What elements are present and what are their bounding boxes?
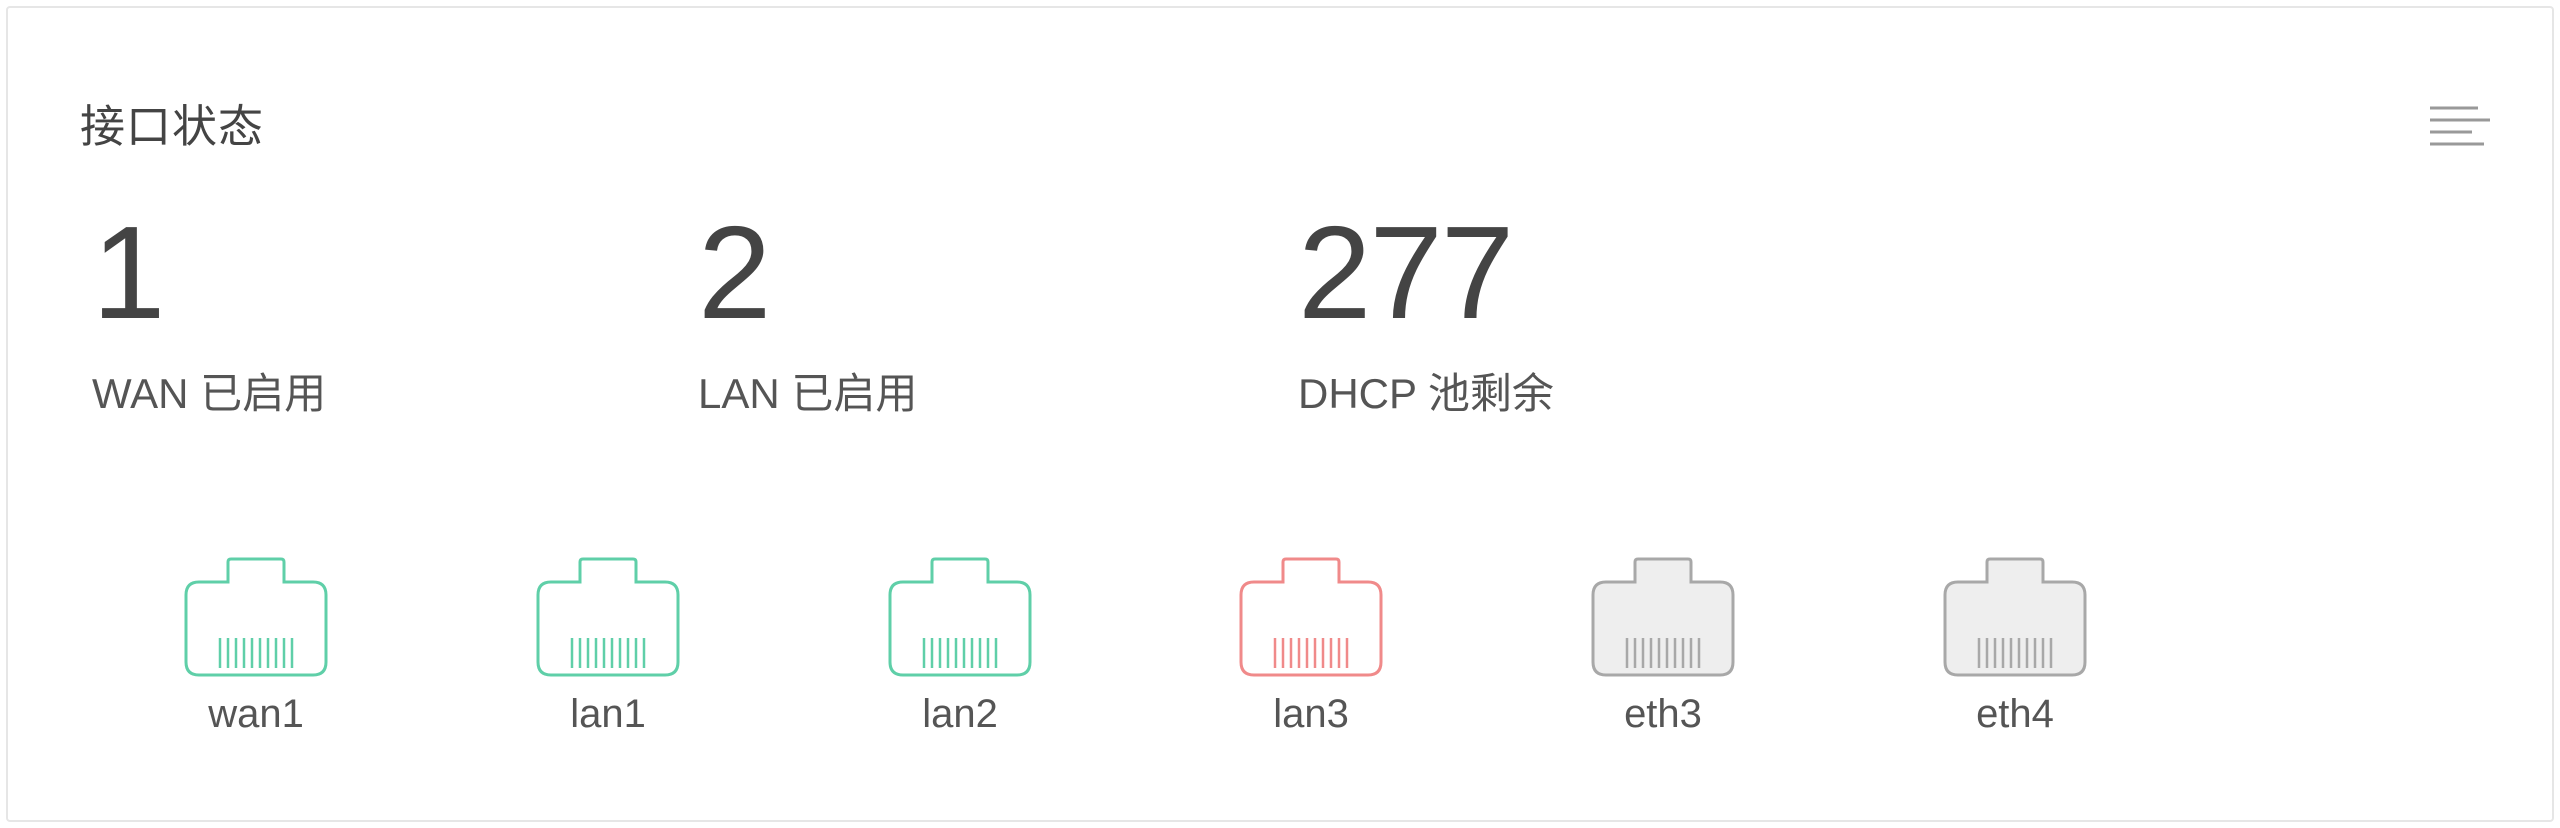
port-eth3[interactable]: eth3 [1573, 556, 1753, 737]
port-lan3[interactable]: lan3 [1221, 556, 1401, 737]
port-label: lan3 [1273, 692, 1349, 736]
port-label: eth4 [1976, 692, 2054, 736]
stat-wan-enabled: 1 WAN 已启用 [92, 199, 327, 421]
stat-lan-enabled: 2 LAN 已启用 [698, 199, 918, 421]
port-lan1[interactable]: lan1 [518, 556, 698, 737]
port-list: wan1 lan1 lan2 lan3 eth3 eth4 [8, 556, 2552, 776]
menu-lines-icon[interactable] [2428, 102, 2492, 158]
stat-label: DHCP 池剩余 [1298, 370, 1554, 417]
stat-label: WAN 已启用 [92, 370, 327, 417]
ethernet-port-icon [1925, 556, 2105, 678]
ethernet-port-icon [1221, 556, 1401, 678]
stat-dhcp-remaining: 277 DHCP 池剩余 [1298, 199, 1554, 421]
ethernet-port-icon [870, 556, 1050, 678]
port-label: eth3 [1624, 692, 1702, 736]
port-lan2[interactable]: lan2 [870, 556, 1050, 737]
stat-value: 277 [1298, 199, 1514, 346]
port-eth4[interactable]: eth4 [1925, 556, 2105, 737]
ethernet-port-icon [518, 556, 698, 678]
port-label: lan2 [922, 692, 998, 736]
stat-value: 1 [92, 199, 165, 346]
port-label: lan1 [570, 692, 646, 736]
port-wan1[interactable]: wan1 [166, 556, 346, 737]
panel-title: 接口状态 [80, 101, 265, 152]
stat-value: 2 [698, 199, 771, 346]
stat-label: LAN 已启用 [698, 370, 918, 417]
port-label: wan1 [208, 692, 304, 736]
ethernet-port-icon [166, 556, 346, 678]
ethernet-port-icon [1573, 556, 1753, 678]
interface-status-panel: 接口状态 1 WAN 已启用 2 LAN 已启用 277 DHCP 池剩余 wa… [6, 6, 2554, 822]
